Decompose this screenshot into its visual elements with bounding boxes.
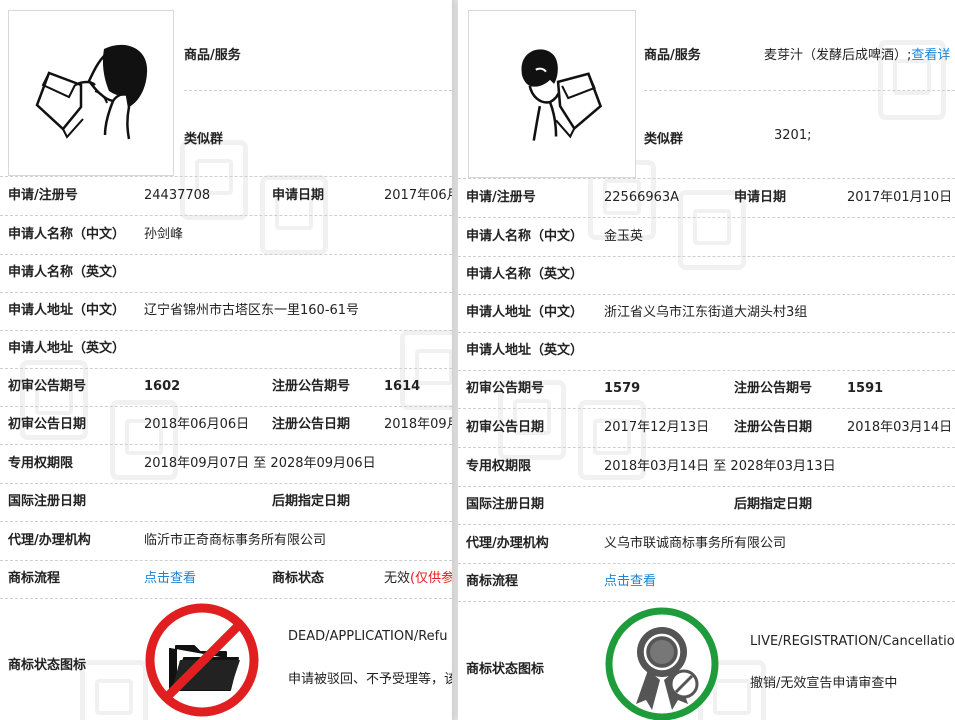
row-trademark-process: 商标流程 点击查看 商标状态 无效(仅供参 [0,560,452,599]
row-announcement-date: 初审公告日期 2017年12月13日 注册公告日期 2018年03月14日 [458,409,955,448]
applicant-address-cn: 浙江省义乌市江东街道大湖头村3组 [604,305,808,320]
applicant-address-cn: 辽宁省锦州市古塔区东一里160-61号 [144,303,360,318]
row-exclusive-right-period: 专用权期限 2018年03月14日 至 2028年03月13日 [458,448,955,487]
row-announcement-issue: 初审公告期号 1579 注册公告期号 1591 [458,370,955,409]
live-ribbon-badge-icon [605,607,719,720]
row-applicant-address-cn: 申请人地址（中文） 辽宁省锦州市古塔区东一里160-61号 [0,292,452,331]
row-applicant-name-en: 申请人名称（英文） [458,256,955,295]
goods-services-label: 商品/服务 [184,48,241,63]
row-applicant-name-cn: 申请人名称（中文） 孙剑峰 [0,216,452,255]
view-process-link[interactable]: 点击查看 [144,560,196,598]
row-international-registration: 国际注册日期 后期指定日期 [0,483,452,522]
status-code: LIVE/REGISTRATION/Cancellatio [750,634,955,649]
drinking-person-logo-icon [35,44,148,140]
applicant-name-cn: 金玉英 [604,229,644,244]
goods-services-label: 商品/服务 [644,48,701,63]
status-code: DEAD/APPLICATION/Refu [288,629,448,644]
registration-number: 24437708 [144,188,211,203]
row-applicant-address-en: 申请人地址（英文） [458,332,955,371]
application-date: 2017年01月10日 [847,190,953,205]
trademark-image [8,10,174,176]
row-announcement-date: 初审公告日期 2018年06月06日 注册公告日期 2018年09月 [0,406,452,445]
agency-name: 义乌市联诚商标事务所有限公司 [604,536,787,551]
row-applicant-name-cn: 申请人名称（中文） 金玉英 [458,218,955,257]
trademark-image [468,10,636,178]
trademark-status: 无效(仅供参 [384,571,452,586]
row-applicant-address-en: 申请人地址（英文） [0,330,452,369]
status-description: 撤销/无效宣告申请审查中 [750,676,898,691]
row-trademark-process: 商标流程 点击查看 [458,563,955,602]
view-process-link[interactable]: 点击查看 [604,563,656,601]
similar-group-label: 类似群 [184,132,224,147]
row-agency: 代理/办理机构 临沂市正奇商标事务所有限公司 [0,522,452,561]
status-icon-row: 商标状态图标 LIVE/REGISTRATION/Cancellatio 撤销/… [458,607,955,720]
view-details-link[interactable]: 查看详 [911,48,950,63]
application-date: 2017年06月 [384,188,452,203]
row-registration-number: 申请/注册号 22566963A 申请日期 2017年01月10日 [458,179,955,218]
drinking-person-logo-icon [521,49,603,141]
similar-group-value: 3201; [774,128,812,143]
row-exclusive-right-period: 专用权期限 2018年09月07日 至 2028年09月06日 [0,445,452,484]
status-icon-label: 商标状态图标 [466,662,545,677]
trademark-card-left: 商品/服务 类似群 申请/注册号 24437708 申请日期 2017年06月 … [0,0,452,720]
row-agency: 代理/办理机构 义乌市联诚商标事务所有限公司 [458,525,955,564]
row-applicant-address-cn: 申请人地址（中文） 浙江省义乌市江东街道大湖头村3组 [458,294,955,333]
dead-folder-icon [145,603,259,717]
trademark-card-right: 商品/服务 麦芽汁（发酵后成啤酒）;查看详 类似群 3201; 申请/注册号 2… [458,0,955,720]
registration-number: 22566963A [604,190,680,205]
goods-services-value: 麦芽汁（发酵后成啤酒）;查看详 [764,48,951,63]
row-applicant-name-en: 申请人名称（英文） [0,254,452,293]
status-icon-row: 商标状态图标 DEAD/APPLICATION/Refu 申请被驳回、不予受理等… [0,603,452,720]
similar-group-label: 类似群 [644,132,684,147]
row-registration-number: 申请/注册号 24437708 申请日期 2017年06月 [0,177,452,216]
status-icon-label: 商标状态图标 [8,658,87,673]
agency-name: 临沂市正奇商标事务所有限公司 [144,533,327,548]
applicant-name-cn: 孙剑峰 [144,227,184,242]
status-description: 申请被驳回、不予受理等，该 [288,672,452,687]
row-announcement-issue: 初审公告期号 1602 注册公告期号 1614 [0,368,452,407]
row-international-registration: 国际注册日期 后期指定日期 [458,486,955,525]
